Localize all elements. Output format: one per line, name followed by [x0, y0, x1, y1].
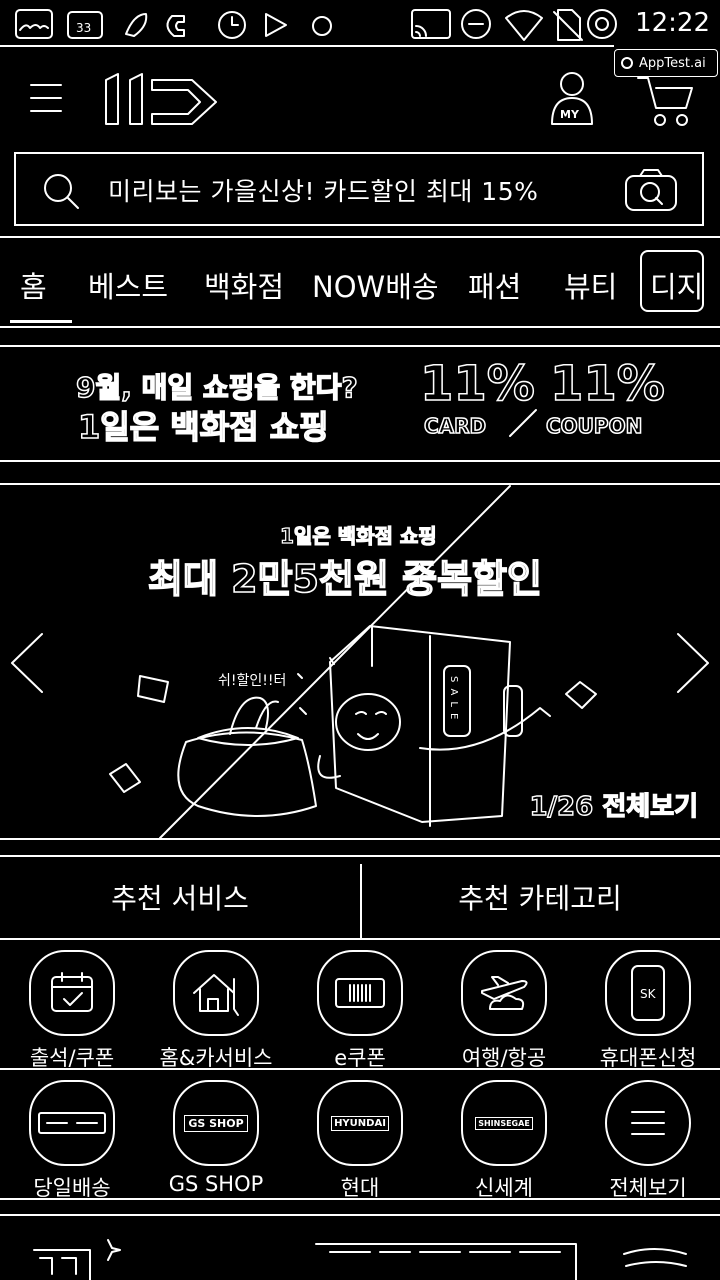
minus-icon: [461, 9, 491, 39]
notification-icon: 33: [67, 11, 103, 39]
hyundai-logo-text: HYUNDAI: [331, 1115, 389, 1131]
service-e-coupon[interactable]: e쿠폰: [288, 950, 432, 1072]
banner-view-all: 전체보기: [602, 791, 699, 822]
service-label: GS SHOP: [168, 1172, 264, 1196]
banner-bottom-divider: [0, 838, 720, 840]
my-label: MY: [560, 108, 579, 121]
promo-card-label: CARD: [423, 413, 487, 439]
clock-icon: [218, 11, 246, 39]
service-same-day-delivery[interactable]: 당일배송: [0, 1080, 144, 1202]
tab-department-store[interactable]: 백화점: [204, 264, 284, 306]
banner-prev-arrow-icon[interactable]: [8, 632, 44, 694]
grid-row-divider: [0, 1068, 720, 1070]
banner-top-divider: [0, 483, 720, 485]
play-icon: [265, 13, 287, 37]
wifi-icon: [505, 10, 543, 41]
status-time: 12:22: [635, 8, 710, 38]
tab-active-indicator: [10, 320, 72, 323]
promo-line2: 1일은 백화점 쇼핑: [77, 407, 329, 447]
phone-sk-text: SK: [640, 987, 657, 1001]
phone-icon: [166, 15, 185, 37]
tab-digital[interactable]: 디지털: [650, 264, 702, 306]
promo-strip[interactable]: 9월, 매일 쇼핑을 한다? 1일은 백화점 쇼핑 11% CARD 11% C…: [0, 350, 720, 462]
promo-top-divider: [0, 345, 720, 347]
service-travel-flight[interactable]: 여행/항공: [432, 950, 576, 1072]
next-section-divider: [0, 1214, 720, 1216]
banner-next-arrow-icon[interactable]: [676, 632, 712, 694]
status-bar: 33 12:22: [0, 0, 720, 46]
service-view-all[interactable]: 전체보기: [576, 1080, 720, 1202]
app-header: MY: [0, 48, 720, 148]
ticket-icon: [317, 950, 403, 1036]
status-divider: [0, 45, 614, 47]
tab-digital-box[interactable]: 디지털: [640, 250, 704, 312]
promo-coupon-value: 11%: [549, 355, 665, 413]
promo-line1: 9월, 매일 쇼핑을 한다?: [75, 370, 358, 405]
my-page-button[interactable]: MY: [548, 70, 596, 128]
phone-sk-icon: SK: [605, 950, 691, 1036]
search-bar[interactable]: 미리보는 가을신상! 카드할인 최대 15%: [14, 152, 704, 226]
banner-subtitle: 1일은 백화점 쇼핑: [279, 523, 437, 548]
service-home-car[interactable]: 홈&카서비스: [144, 950, 288, 1072]
hero-banner[interactable]: 1일은 백화점 쇼핑 최대 2만5천원 중복할인 쉬!할인!!터 SALE 1/…: [0, 485, 720, 839]
banner-counter[interactable]: 1/26 전체보기: [529, 786, 699, 823]
banner-page-counter: 1/26: [529, 791, 594, 822]
gsshop-logo-text: GS SHOP: [184, 1114, 248, 1132]
tab-home[interactable]: 홈: [20, 264, 47, 306]
category-tabs: 홈 베스트 백화점 NOW배송 패션 뷰티 디지털: [0, 250, 720, 330]
promo-card-value: 11%: [419, 355, 535, 413]
grid-bottom-divider: [0, 1198, 720, 1200]
shinsegae-logo-text: SHINSEGAE: [475, 1116, 533, 1130]
menu-lines-icon: [605, 1080, 691, 1166]
service-phone-apply[interactable]: SK 휴대폰신청: [576, 950, 720, 1072]
circle-icon: [312, 16, 332, 36]
delivery-logo-icon: [29, 1080, 115, 1166]
tabs-divider: [0, 326, 720, 328]
banner-sticker: 쉬!할인!!터: [218, 673, 287, 689]
banner-sale-sign: SALE: [448, 676, 459, 726]
tab-beauty[interactable]: 뷰티: [564, 264, 617, 306]
tab-fashion[interactable]: 패션: [468, 264, 521, 306]
gallery-icon: [15, 9, 53, 39]
service-shinsegae[interactable]: SHINSEGAE 신세계: [432, 1080, 576, 1202]
status-right-icons: [411, 9, 617, 41]
next-section-preview: [33, 1239, 687, 1280]
hyundai-logo-icon: HYUNDAI: [317, 1080, 403, 1166]
no-sim-icon: [553, 9, 583, 41]
svg-text:33: 33: [76, 21, 91, 35]
search-divider: [0, 236, 720, 238]
service-attendance-coupon[interactable]: 출석/쿠폰: [0, 950, 144, 1072]
house-icon: [173, 950, 259, 1036]
segment-bottom-divider: [0, 938, 720, 940]
promo-slash: [509, 409, 537, 437]
sync-icon: [587, 9, 617, 39]
status-left-icons: 33: [15, 9, 332, 39]
banner-title: 최대 2만5천원 중복할인: [147, 556, 543, 602]
search-input[interactable]: 미리보는 가을신상! 카드할인 최대 15%: [108, 172, 538, 208]
service-gs-shop[interactable]: GS SHOP GS SHOP: [144, 1080, 288, 1196]
promo-bottom-divider: [0, 460, 720, 462]
service-hyundai[interactable]: HYUNDAI 현대: [288, 1080, 432, 1202]
menu-icon[interactable]: [28, 80, 64, 116]
calendar-icon: [29, 950, 115, 1036]
search-icon: [44, 174, 79, 209]
cast-icon: [411, 9, 451, 39]
segment-recommended-services[interactable]: 추천 서비스: [0, 856, 360, 938]
flower-icon: [125, 13, 148, 37]
shinsegae-logo-icon: SHINSEGAE: [461, 1080, 547, 1166]
tab-now-delivery[interactable]: NOW배송: [312, 264, 439, 306]
cart-icon[interactable]: [634, 74, 694, 130]
gsshop-logo-icon: GS SHOP: [173, 1080, 259, 1166]
airplane-icon: [461, 950, 547, 1036]
logo-11st[interactable]: [100, 72, 222, 128]
camera-search-icon[interactable]: [624, 168, 680, 212]
promo-coupon-label: COUPON: [545, 413, 643, 439]
tab-best[interactable]: 베스트: [88, 264, 168, 306]
segment-recommended-categories[interactable]: 추천 카테고리: [360, 856, 720, 938]
